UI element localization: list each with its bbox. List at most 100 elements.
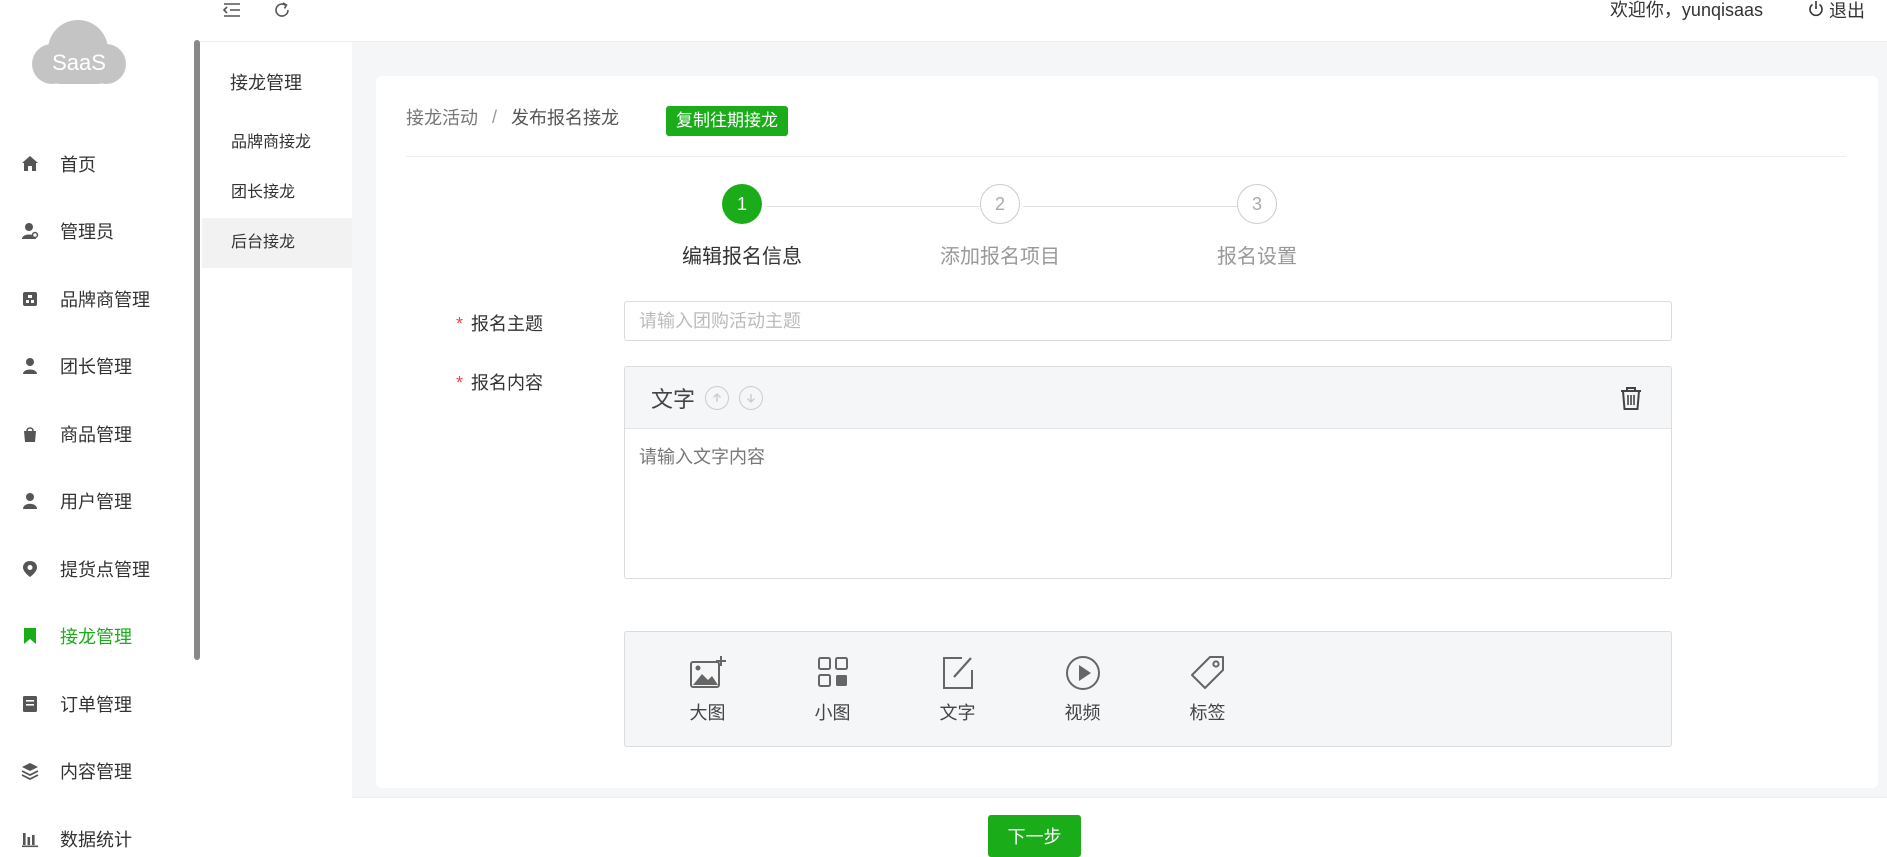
sidebar-item-goods[interactable]: 商品管理: [0, 400, 194, 468]
content-label-text: 报名内容: [471, 373, 544, 393]
admin-user-icon: [20, 221, 40, 241]
sidebar-item-label: 商品管理: [60, 424, 132, 445]
sub-sidebar-title: 接龙管理: [230, 73, 302, 93]
home-icon: [20, 154, 40, 174]
sidebar-menu: 首页 管理员 品牌商管理 团长管理 商品管理 用户管理 提货点管理 接龙管理 订…: [0, 130, 194, 857]
content-label: * 报名内容: [456, 369, 543, 395]
sidebar-item-label: 数据统计: [60, 829, 132, 850]
sub-sidebar-item-backend[interactable]: 后台接龙: [202, 218, 352, 268]
sidebar-item-label: 管理员: [60, 222, 114, 243]
breadcrumb-separator: /: [492, 106, 498, 127]
sidebar-item-stats[interactable]: 数据统计: [0, 805, 194, 857]
steps: 1 编辑报名信息 2 添加报名项目 3 报名设置: [376, 184, 1878, 274]
text-content-input[interactable]: [625, 429, 1671, 578]
sidebar-item-admin[interactable]: 管理员: [0, 198, 194, 266]
step-number: 1: [722, 184, 762, 224]
bag-icon: [20, 424, 40, 444]
welcome-text: 欢迎你，yunqisaas: [1609, 0, 1763, 20]
step-1: 1 编辑报名信息: [642, 184, 842, 269]
add-video-button[interactable]: 视频: [1020, 653, 1145, 725]
sub-sidebar-item-leader[interactable]: 团长接龙: [202, 168, 352, 218]
sidebar-item-label: 提货点管理: [60, 559, 150, 580]
order-icon: [20, 694, 40, 714]
step-3: 3 报名设置: [1157, 184, 1357, 269]
saas-logo[interactable]: SaaS: [18, 12, 140, 92]
divider: [406, 156, 1846, 157]
sidebar-item-users[interactable]: 用户管理: [0, 468, 194, 536]
step-label: 添加报名项目: [940, 246, 1060, 268]
trash-icon[interactable]: [1617, 384, 1645, 412]
breadcrumb-parent[interactable]: 接龙活动: [406, 104, 478, 130]
step-label: 编辑报名信息: [682, 246, 802, 268]
sidebar-item-orders[interactable]: 订单管理: [0, 670, 194, 738]
breadcrumb-current: 发布报名接龙: [511, 108, 620, 128]
move-up-icon[interactable]: [705, 385, 730, 410]
location-pin-icon: [20, 559, 40, 579]
add-text-button[interactable]: 文字: [895, 653, 1020, 725]
subject-label: * 报名主题: [456, 310, 543, 336]
text-block-title: 文字: [651, 386, 696, 412]
power-icon: [1807, 0, 1825, 22]
top-header: 欢迎你，yunqisaas 退出: [200, 0, 1887, 42]
step-number: 3: [1237, 184, 1277, 224]
brand-icon: [20, 289, 40, 309]
large-image-icon: [689, 656, 726, 688]
tool-label: 小图: [814, 703, 851, 723]
sub-sidebar: 接龙管理 品牌商接龙 团长接龙 后台接龙: [202, 42, 352, 857]
move-down-icon[interactable]: [739, 385, 764, 410]
sidebar-item-pickup[interactable]: 提货点管理: [0, 535, 194, 603]
tool-label: 文字: [939, 703, 976, 723]
logout-label: 退出: [1829, 1, 1865, 21]
collapse-menu-icon[interactable]: [220, 0, 244, 20]
add-block-toolbar: 大图 小图 文字 视频 标签: [624, 631, 1672, 747]
subject-input[interactable]: [624, 301, 1672, 341]
refresh-icon[interactable]: [270, 0, 294, 20]
step-2: 2 添加报名项目: [900, 184, 1100, 269]
sub-sidebar-item-brand[interactable]: 品牌商接龙: [202, 118, 352, 168]
sidebar-item-label: 品牌商管理: [60, 289, 150, 310]
subject-label-text: 报名主题: [471, 314, 544, 334]
required-mark: *: [456, 314, 464, 334]
required-mark: *: [456, 373, 464, 393]
add-small-image-button[interactable]: 小图: [770, 653, 895, 725]
sidebar-item-label: 团长管理: [60, 357, 132, 378]
sidebar-item-brand[interactable]: 品牌商管理: [0, 265, 194, 333]
logout-button[interactable]: 退出: [1807, 0, 1865, 22]
sidebar-item-label: 订单管理: [60, 694, 132, 715]
text-content-block: 文字: [624, 366, 1672, 579]
edit-text-icon: [942, 657, 973, 689]
user-icon: [20, 491, 40, 511]
next-step-button[interactable]: 下一步: [988, 815, 1081, 857]
sidebar-item-leader[interactable]: 团长管理: [0, 333, 194, 401]
sidebar-item-label: 内容管理: [60, 762, 132, 783]
sidebar-item-home[interactable]: 首页: [0, 130, 194, 198]
sidebar-item-solitaire[interactable]: 接龙管理: [0, 603, 194, 671]
add-large-image-button[interactable]: 大图: [645, 653, 770, 725]
leader-icon: [20, 356, 40, 376]
grid-image-icon: [817, 657, 848, 687]
form-card: 接龙活动 / 发布报名接龙 复制往期接龙 1 编辑报名信息 2 添加报名项目 3…: [376, 76, 1878, 788]
main-area: 接龙活动 / 发布报名接龙 复制往期接龙 1 编辑报名信息 2 添加报名项目 3…: [352, 42, 1887, 857]
step-label: 报名设置: [1217, 246, 1297, 268]
sidebar-item-content[interactable]: 内容管理: [0, 738, 194, 806]
main-sidebar: SaaS 首页 管理员 品牌商管理 团长管理 商品管理 用户管理 提货点管理 接…: [0, 0, 200, 857]
step-number: 2: [980, 184, 1020, 224]
sidebar-item-label: 首页: [60, 154, 96, 175]
video-play-icon: [1065, 656, 1100, 690]
text-block-header: 文字: [625, 367, 1671, 429]
add-tag-button[interactable]: 标签: [1145, 653, 1270, 725]
bottom-action-bar: 下一步: [352, 797, 1887, 857]
layers-icon: [20, 761, 40, 781]
tool-label: 视频: [1064, 703, 1101, 723]
sidebar-item-label: 接龙管理: [60, 627, 132, 648]
bookmark-icon: [20, 626, 40, 646]
tag-icon: [1190, 656, 1224, 689]
sidebar-scrollbar[interactable]: [194, 40, 200, 660]
breadcrumb: 接龙活动 / 发布报名接龙: [406, 104, 619, 130]
copy-previous-button[interactable]: 复制往期接龙: [666, 106, 788, 136]
tool-label: 大图: [689, 703, 726, 723]
logo-text: SaaS: [52, 50, 106, 75]
sidebar-item-label: 用户管理: [60, 492, 132, 513]
tool-label: 标签: [1189, 703, 1226, 723]
bar-chart-icon: [20, 829, 40, 849]
